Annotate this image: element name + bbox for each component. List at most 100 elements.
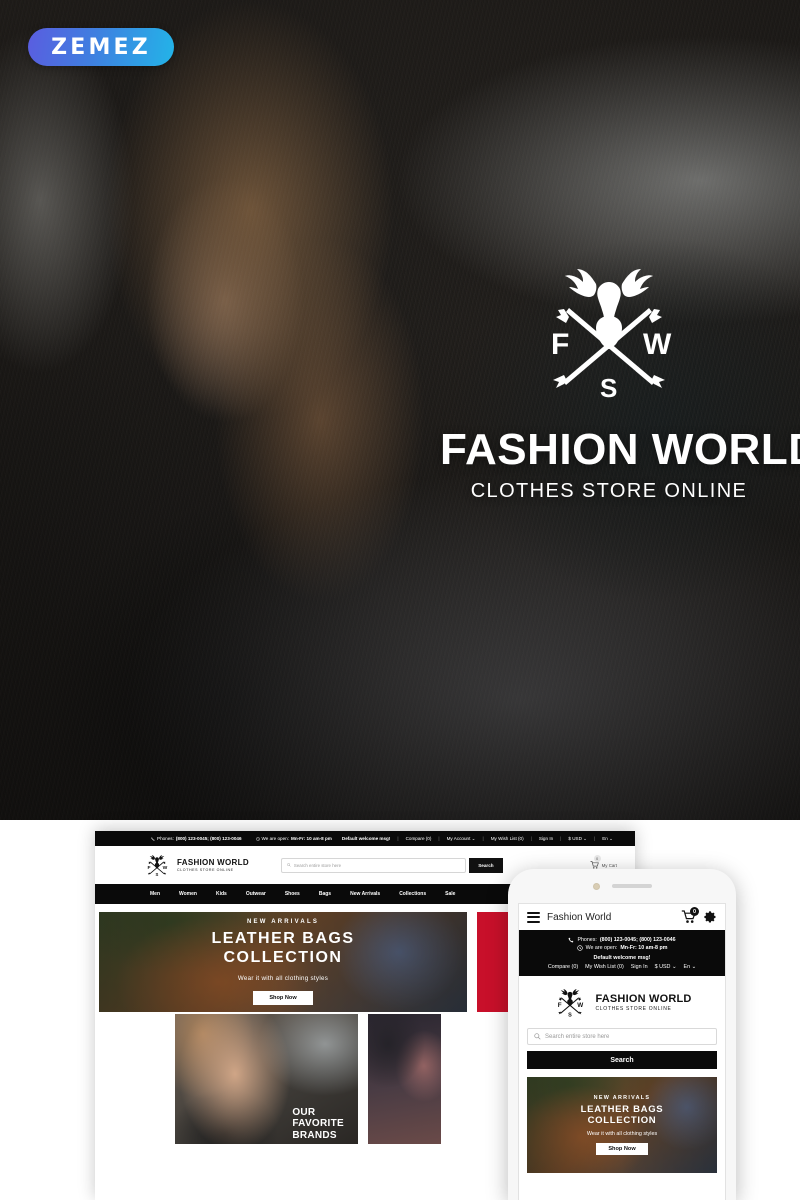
deer-head-crossed-arrows-icon: F W S [147,854,168,877]
mobile-phones: Phones: (800) 123-0045; (800) 123-0046 [523,937,721,943]
desktop-search-button[interactable]: Search [468,857,503,873]
banner-kicker: NEW ARRIVALS [246,919,320,926]
clock-icon [576,945,583,951]
svg-text:F: F [147,865,150,871]
hero-brand-title: FASHION WORLD [440,425,800,474]
clock-icon [255,836,260,841]
svg-text:F: F [551,328,569,361]
desktop-welcome-msg: Default welcome msg! [341,836,391,841]
deer-head-crossed-arrows-icon: F W S [551,269,672,403]
desktop-tile-favorite-brands[interactable]: OUR FAVORITE BRANDS [175,1014,358,1144]
divider: | [397,836,399,841]
nav-item-outwear[interactable]: Outwear [246,891,266,897]
nav-item-shoes[interactable]: Shoes [285,891,300,897]
mobile-phones-value: (800) 123-0045; (800) 123-0046 [599,937,676,943]
phone-camera-icon [592,882,600,890]
desktop-link-compare[interactable]: Compare (0) [406,836,432,841]
nav-item-men[interactable]: Men [150,891,160,897]
mobile-search-input[interactable]: Search entire store here [527,1028,717,1045]
desktop-link-my-account[interactable]: My Account ⌄ [447,836,476,842]
banner-title-line2: COLLECTION [223,949,343,966]
chevron-down-icon: ⌄ [671,964,677,970]
mobile-hours-label: We are open: [585,945,618,951]
desktop-link-sign-in[interactable]: Sign In [539,836,553,841]
zemez-watermark-badge: ZEMEZ [28,28,174,66]
mobile-logo-title: FASHION WORLD [595,993,692,1005]
desktop-tile-secondary[interactable] [368,1014,441,1144]
nav-item-sale[interactable]: Sale [445,891,455,897]
desktop-hours-label: We are open: [261,836,290,841]
divider: | [530,836,532,841]
mobile-hours-value: Mn-Fr: 10 am-8 pm [620,945,668,951]
svg-text:F: F [558,1002,562,1009]
mobile-cart-count: 0 [690,907,699,916]
desktop-tile-favorite-brands-label: OUR FAVORITE BRANDS [292,1106,344,1142]
hero-brand-subtitle: CLOTHES STORE ONLINE [470,480,748,502]
phone-icon [151,836,155,841]
mobile-search-placeholder: Search entire store here [545,1033,610,1040]
chevron-down-icon: ⌄ [471,835,476,841]
mobile-banner-title-line2: COLLECTION [587,1115,657,1126]
banner-title-line1: LEATHER BAGS [211,930,355,948]
nav-item-women[interactable]: Women [179,891,197,897]
hero-brand-block: F W S FASHION WORLD CLOTHES STORE ONLINE [440,252,800,503]
banner-shop-now-button[interactable]: Shop Now [253,990,313,1005]
chevron-down-icon: ⌄ [583,835,588,841]
desktop-cart[interactable]: 0 My Cart [590,855,617,869]
desktop-topbar: Phones: (800) 123-0045; (800) 123-0046 W… [95,831,635,846]
desktop-link-wish-list[interactable]: My Wish List (0) [491,836,524,841]
desktop-language-switcher[interactable]: En ⌄ [602,836,613,842]
mobile-topbar: Phones: (800) 123-0045; (800) 123-0046 W… [519,930,725,976]
mobile-banner-kicker: NEW ARRIVALS [593,1094,651,1101]
mobile-search-button[interactable]: Search [527,1051,717,1069]
svg-text:W: W [578,1002,584,1009]
mobile-banner-title-line1: LEATHER BAGS [580,1103,664,1115]
desktop-logo-subtitle: CLOTHES STORE ONLINE [177,868,234,872]
desktop-cart-count: 0 [593,855,601,862]
nav-item-bags[interactable]: Bags [319,891,331,897]
mobile-link-wish-list[interactable]: My Wish List (0) [585,964,624,970]
mobile-header-title: Fashion World [547,911,612,923]
mobile-logo[interactable]: F W S FASHION WORLD CLOTHES STORE ONLINE [519,976,725,1028]
desktop-hours-value: Mn-Fr: 10 am-8 pm [291,836,332,841]
svg-text:W: W [163,865,168,871]
nav-item-collections[interactable]: Collections [399,891,426,897]
nav-item-new-arrivals[interactable]: New Arrivals [350,891,380,897]
phone-mockup: Fashion World 0 Phones: (800) 123-0045; … [508,869,736,1200]
mobile-link-sign-in[interactable]: Sign In [631,964,648,970]
svg-text:S: S [569,1012,573,1018]
mobile-link-compare[interactable]: Compare (0) [548,964,578,970]
desktop-search-input[interactable]: Search entire store here [280,857,466,873]
mobile-banner-shop-now-button[interactable]: Shop Now [596,1143,648,1156]
desktop-currency-switcher[interactable]: $ USD ⌄ [568,836,587,842]
divider: | [594,836,596,841]
hamburger-menu-icon[interactable] [527,911,540,923]
gear-icon[interactable] [703,910,717,924]
banner-subtitle: Wear it with all clothing styles [237,974,329,982]
nav-item-kids[interactable]: Kids [216,891,227,897]
mobile-logo-subtitle: CLOTHES STORE ONLINE [595,1006,672,1012]
mobile-currency-switcher[interactable]: $ USD ⌄ [655,964,677,970]
deer-head-crossed-arrows-icon: F W S [558,989,584,1018]
desktop-hours: We are open: Mn-Fr: 10 am-8 pm [255,836,332,841]
desktop-logo-title: FASHION WORLD [177,858,249,867]
svg-text:S: S [156,872,159,877]
desktop-hero-banner[interactable]: NEW ARRIVALS LEATHER BAGS COLLECTION Wea… [99,912,467,1012]
mobile-hours: We are open: Mn-Fr: 10 am-8 pm [523,945,721,951]
mobile-welcome-msg: Default welcome msg! [593,955,651,961]
divider: | [482,836,484,841]
mobile-phones-label: Phones: [577,937,597,943]
phone-icon [569,937,574,943]
phone-speaker [611,884,652,888]
mobile-banner-subtitle: Wear it with all clothing styles [586,1131,658,1138]
desktop-cart-label: My Cart [601,862,617,868]
desktop-phones-label: Phones: [157,836,174,841]
chevron-down-icon: ⌄ [691,964,697,970]
mobile-hero-banner[interactable]: NEW ARRIVALS LEATHER BAGS COLLECTION Wea… [527,1077,717,1173]
zemez-label: ZEMEZ [51,34,151,60]
mobile-language-switcher[interactable]: En ⌄ [684,964,697,970]
chevron-down-icon: ⌄ [609,835,613,841]
svg-text:S: S [600,373,617,403]
mobile-cart[interactable]: 0 [681,907,699,924]
desktop-logo[interactable]: F W S FASHION WORLD CLOTHES STORE ONLINE [143,852,249,879]
